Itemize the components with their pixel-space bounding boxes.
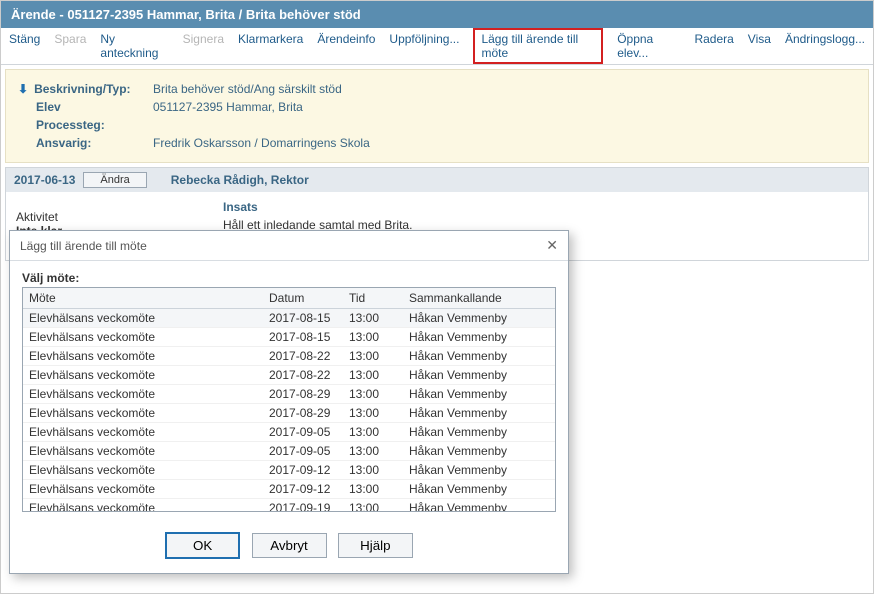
cell-tid: 13:00 [343,309,403,328]
menu-spara: Spara [54,32,86,60]
cell-tid: 13:00 [343,347,403,366]
cell-sammankallande: Håkan Vemmenby [403,461,555,480]
table-row[interactable]: Elevhälsans veckomöte2017-09-1213:00Håka… [23,480,555,499]
cell-tid: 13:00 [343,385,403,404]
cell-sammankallande: Håkan Vemmenby [403,309,555,328]
table-row[interactable]: Elevhälsans veckomöte2017-09-1213:00Håka… [23,461,555,480]
lbl-processteg: Processteg: [18,118,153,132]
menubar: Stäng Spara Ny anteckning Signera Klarma… [1,28,873,65]
dialog-title: Lägg till ärende till möte [20,239,147,253]
change-button[interactable]: Ändra [83,172,146,188]
cell-sammankallande: Håkan Vemmenby [403,347,555,366]
cell-mote: Elevhälsans veckomöte [23,461,263,480]
val-beskrivning: Brita behöver stöd/Ang särskilt stöd [153,82,342,96]
cell-tid: 13:00 [343,480,403,499]
lbl-ansvarig: Ansvarig: [18,136,153,150]
lbl-beskrivning: Beskrivning/Typ: [34,82,130,96]
choose-meeting-label: Välj möte: [22,271,556,285]
cell-sammankallande: Håkan Vemmenby [403,328,555,347]
menu-lagg-till-arende[interactable]: Lägg till ärende till möte [473,28,603,64]
cancel-button[interactable]: Avbryt [252,533,327,558]
info-panel: ⬇ Beskrivning/Typ: Brita behöver stöd/Ang… [5,69,869,163]
table-row[interactable]: Elevhälsans veckomöte2017-09-1913:00Håka… [23,499,555,513]
cell-datum: 2017-08-15 [263,328,343,347]
menu-arendeinfo[interactable]: Ärendeinfo [317,32,375,60]
cell-mote: Elevhälsans veckomöte [23,328,263,347]
cell-datum: 2017-09-19 [263,499,343,513]
cell-mote: Elevhälsans veckomöte [23,423,263,442]
table-row[interactable]: Elevhälsans veckomöte2017-08-2213:00Håka… [23,347,555,366]
cell-sammankallande: Håkan Vemmenby [403,480,555,499]
table-row[interactable]: Elevhälsans veckomöte2017-09-0513:00Håka… [23,442,555,461]
window-title: Ärende - 051127-2395 Hammar, Brita / Bri… [1,1,873,28]
menu-andringslogg[interactable]: Ändringslogg... [785,32,865,60]
cell-sammankallande: Håkan Vemmenby [403,442,555,461]
col-datum[interactable]: Datum [263,288,343,309]
cell-datum: 2017-09-05 [263,423,343,442]
table-row[interactable]: Elevhälsans veckomöte2017-08-1513:00Håka… [23,309,555,328]
cell-tid: 13:00 [343,366,403,385]
menu-klarmarkera[interactable]: Klarmarkera [238,32,303,60]
cell-mote: Elevhälsans veckomöte [23,366,263,385]
download-icon: ⬇ [18,82,28,96]
cell-mote: Elevhälsans veckomöte [23,347,263,366]
activity-label: Aktivitet [16,210,201,224]
insats-header: Insats [223,200,856,214]
cell-sammankallande: Håkan Vemmenby [403,423,555,442]
cell-sammankallande: Håkan Vemmenby [403,366,555,385]
cell-sammankallande: Håkan Vemmenby [403,404,555,423]
cell-sammankallande: Håkan Vemmenby [403,385,555,404]
meeting-listbox[interactable]: Möte Datum Tid Sammankallande Elevhälsan… [22,287,556,512]
menu-oppna-elev[interactable]: Öppna elev... [617,32,680,60]
cell-mote: Elevhälsans veckomöte [23,404,263,423]
menu-visa[interactable]: Visa [748,32,771,60]
col-tid[interactable]: Tid [343,288,403,309]
cell-datum: 2017-08-22 [263,366,343,385]
col-mote[interactable]: Möte [23,288,263,309]
table-row[interactable]: Elevhälsans veckomöte2017-08-2913:00Håka… [23,404,555,423]
cell-datum: 2017-08-29 [263,404,343,423]
cell-mote: Elevhälsans veckomöte [23,480,263,499]
cell-datum: 2017-08-22 [263,347,343,366]
cell-mote: Elevhälsans veckomöte [23,499,263,513]
menu-radera[interactable]: Radera [694,32,733,60]
val-elev: 051127-2395 Hammar, Brita [153,100,303,114]
cell-tid: 13:00 [343,461,403,480]
cell-datum: 2017-08-29 [263,385,343,404]
cell-datum: 2017-08-15 [263,309,343,328]
cell-tid: 13:00 [343,328,403,347]
cell-tid: 13:00 [343,499,403,513]
cell-datum: 2017-09-12 [263,480,343,499]
cell-tid: 13:00 [343,404,403,423]
cell-tid: 13:00 [343,442,403,461]
entry-date: 2017-06-13 [14,173,75,187]
cell-mote: Elevhälsans veckomöte [23,309,263,328]
cell-datum: 2017-09-12 [263,461,343,480]
table-row[interactable]: Elevhälsans veckomöte2017-08-2913:00Håka… [23,385,555,404]
cell-datum: 2017-09-05 [263,442,343,461]
table-row[interactable]: Elevhälsans veckomöte2017-08-2213:00Håka… [23,366,555,385]
help-button[interactable]: Hjälp [338,533,413,558]
add-meeting-dialog: Lägg till ärende till möte ✕ Välj möte: … [9,230,569,574]
table-row[interactable]: Elevhälsans veckomöte2017-09-0513:00Håka… [23,423,555,442]
ok-button[interactable]: OK [165,532,240,559]
cell-mote: Elevhälsans veckomöte [23,385,263,404]
main-window: Ärende - 051127-2395 Hammar, Brita / Bri… [0,0,874,594]
menu-uppfoljning[interactable]: Uppföljning... [389,32,459,60]
menu-signera: Signera [183,32,224,60]
entry-author: Rebecka Rådigh, Rektor [171,173,309,187]
val-ansvarig: Fredrik Oskarsson / Domarringens Skola [153,136,370,150]
menu-stang[interactable]: Stäng [9,32,40,60]
cell-tid: 13:00 [343,423,403,442]
cell-sammankallande: Håkan Vemmenby [403,499,555,513]
close-icon[interactable]: ✕ [546,237,558,254]
col-sammankallande[interactable]: Sammankallande [403,288,555,309]
cell-mote: Elevhälsans veckomöte [23,442,263,461]
table-row[interactable]: Elevhälsans veckomöte2017-08-1513:00Håka… [23,328,555,347]
menu-ny-anteckning[interactable]: Ny anteckning [100,32,168,60]
lbl-elev: Elev [18,100,153,114]
